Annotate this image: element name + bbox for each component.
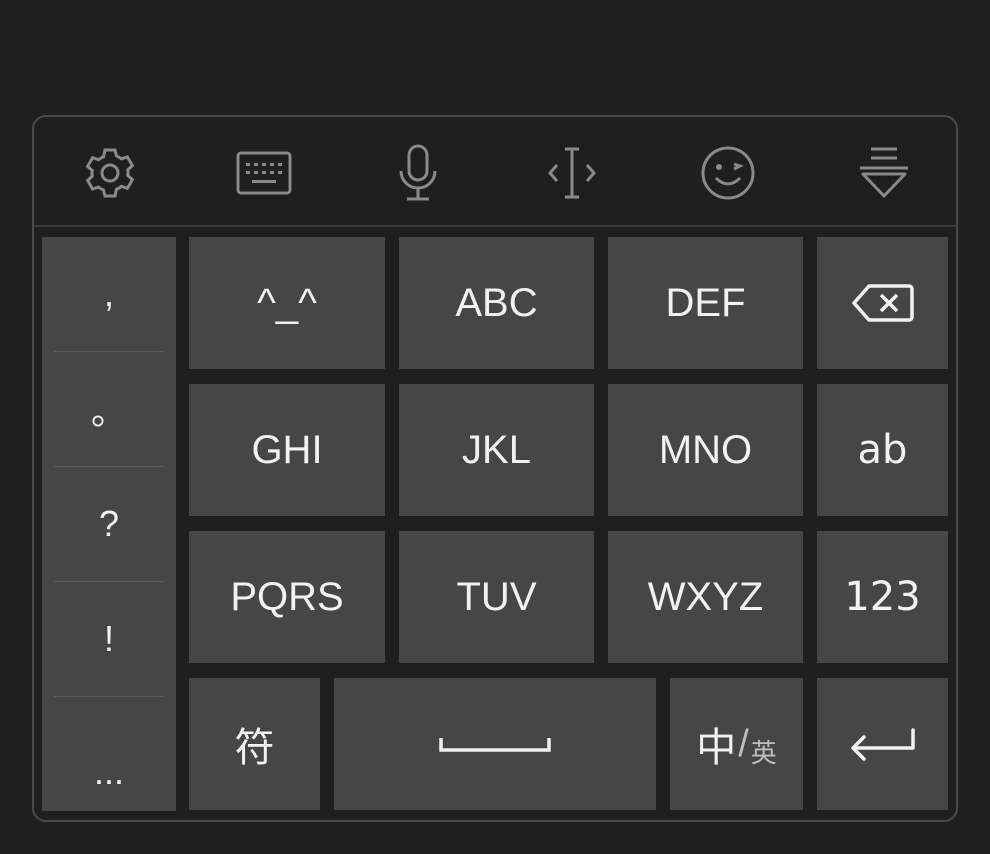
key-emoticon[interactable]: ^_^: [189, 237, 385, 369]
enter-icon: [850, 728, 915, 761]
keyboard-icon: [236, 151, 292, 195]
key-jkl[interactable]: JKL: [399, 384, 594, 516]
language-english-label: 英: [750, 738, 777, 769]
symbol-comma-key[interactable]: ,: [42, 237, 176, 351]
language-chinese-label: 中: [696, 725, 737, 771]
key-pqrs[interactable]: PQRS: [189, 531, 385, 663]
key-tuv[interactable]: TUV: [399, 531, 594, 663]
symbol-candidate-column: , 。 ? ! ...: [42, 237, 176, 811]
key-def[interactable]: DEF: [608, 237, 803, 369]
settings-button[interactable]: [74, 137, 146, 209]
enter-key[interactable]: [817, 678, 948, 810]
english-mode-key[interactable]: ab: [817, 384, 948, 516]
cursor-move-icon: [548, 147, 596, 199]
backspace-key[interactable]: [817, 237, 948, 369]
cursor-control-button[interactable]: [536, 137, 608, 209]
emoji-button[interactable]: [692, 137, 764, 209]
emoji-wink-icon: [701, 146, 755, 200]
space-bar-icon: [439, 738, 551, 752]
symbol-period-key[interactable]: 。: [42, 352, 176, 466]
space-key[interactable]: [334, 678, 656, 810]
key-mno[interactable]: MNO: [608, 384, 803, 516]
key-abc[interactable]: ABC: [399, 237, 594, 369]
language-toggle-key[interactable]: 中 / 英: [670, 678, 803, 810]
symbol-exclamation-key[interactable]: !: [42, 582, 176, 696]
backspace-icon: [851, 284, 914, 322]
microphone-icon: [399, 144, 437, 201]
gear-icon: [85, 148, 135, 198]
keyboard-toolbar: [34, 117, 956, 227]
symbol-ellipsis-key[interactable]: ...: [42, 697, 176, 793]
hide-keyboard-icon: [860, 147, 908, 198]
language-slash: /: [738, 722, 749, 765]
key-ghi[interactable]: GHI: [189, 384, 385, 516]
symbol-question-key[interactable]: ?: [42, 467, 176, 581]
voice-input-button[interactable]: [382, 137, 454, 209]
symbol-mode-key[interactable]: 符: [189, 678, 320, 810]
keyboard-panel: , 。 ? ! ... ^_^ ABC DEF GHI JKL MNO ab P…: [32, 115, 958, 822]
hide-keyboard-button[interactable]: [848, 137, 920, 209]
keyboard-switch-button[interactable]: [228, 137, 300, 209]
key-wxyz[interactable]: WXYZ: [608, 531, 803, 663]
number-mode-key[interactable]: 123: [817, 531, 948, 663]
